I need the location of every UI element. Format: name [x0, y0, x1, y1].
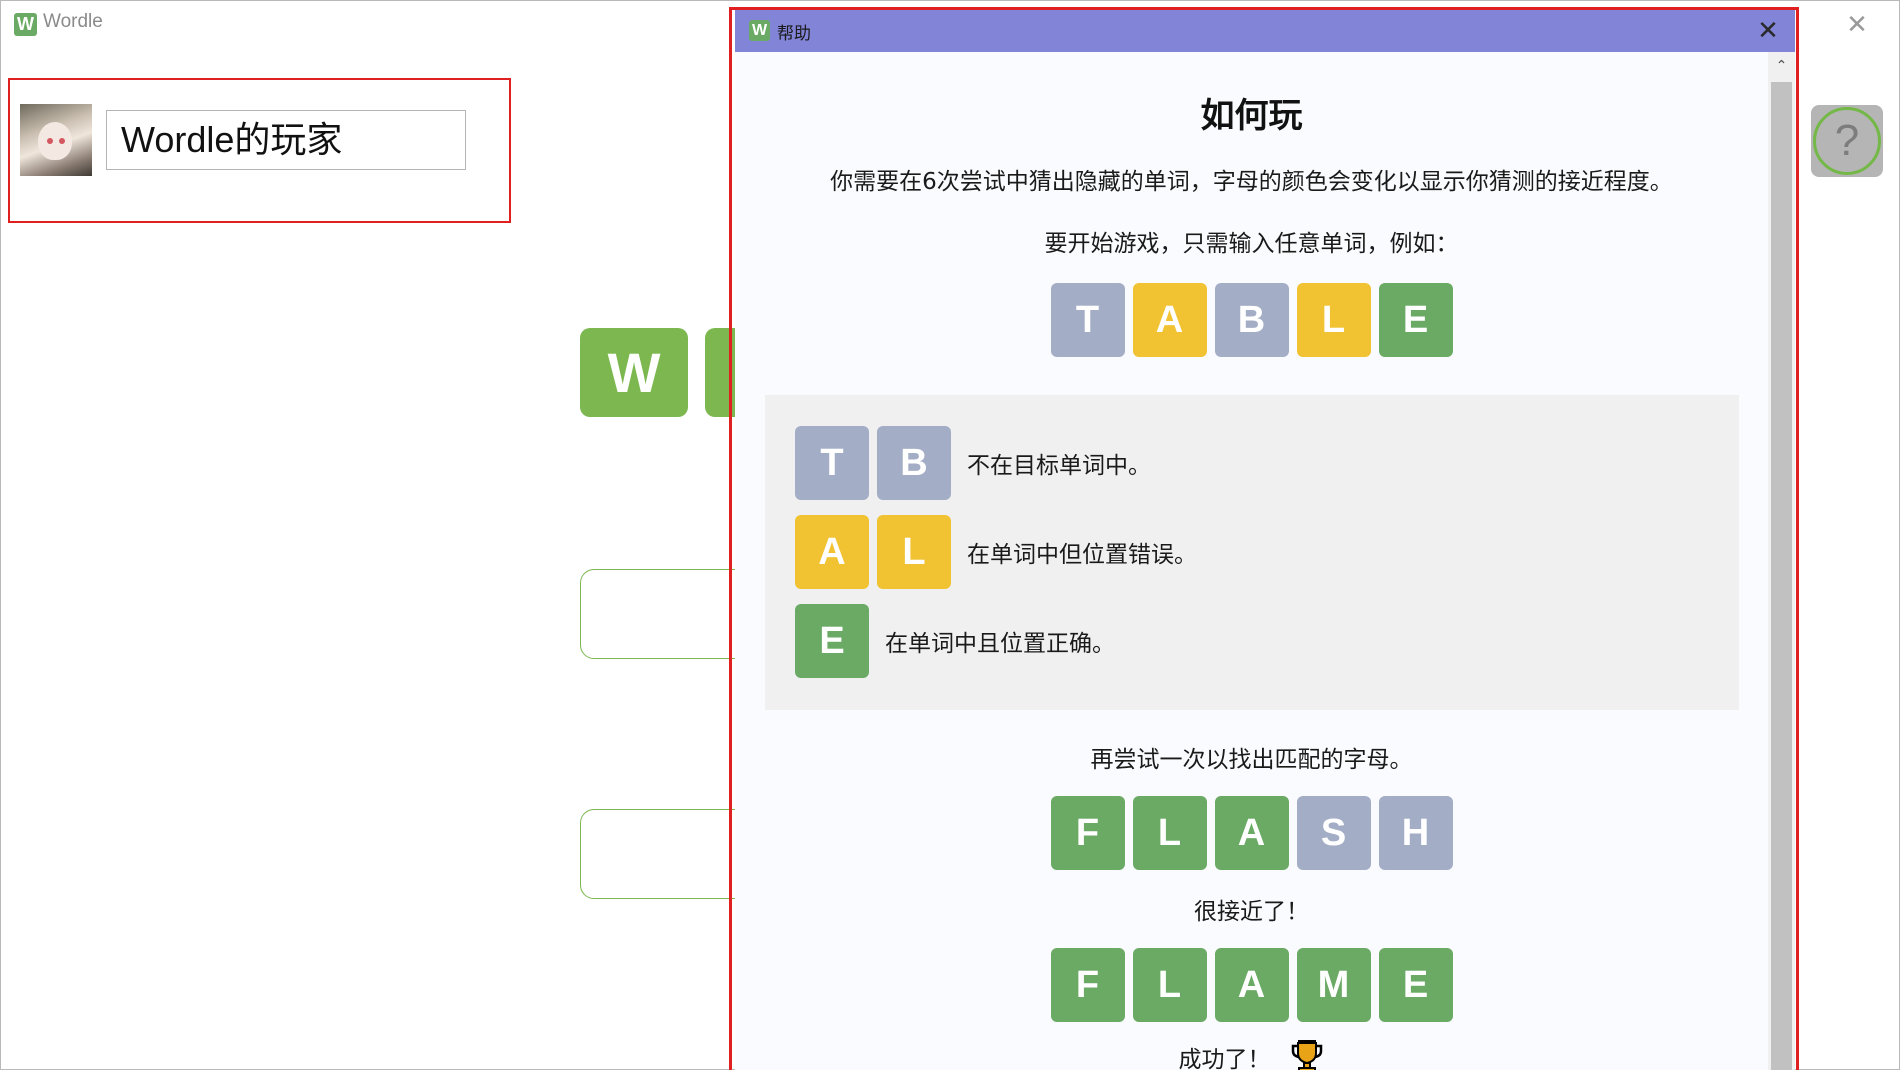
help-icon: ?: [1813, 107, 1881, 175]
logo-tile: W: [580, 328, 688, 417]
dialog-highlight-frame: [729, 7, 1799, 1070]
help-button[interactable]: ?: [1811, 105, 1883, 177]
player-profile: Wordle的玩家: [8, 78, 511, 223]
avatar[interactable]: [20, 104, 92, 176]
wordle-app-icon: W: [14, 13, 37, 36]
close-icon[interactable]: ✕: [1843, 11, 1871, 39]
app-title: Wordle: [43, 11, 103, 32]
player-name-input[interactable]: Wordle的玩家: [106, 110, 466, 170]
